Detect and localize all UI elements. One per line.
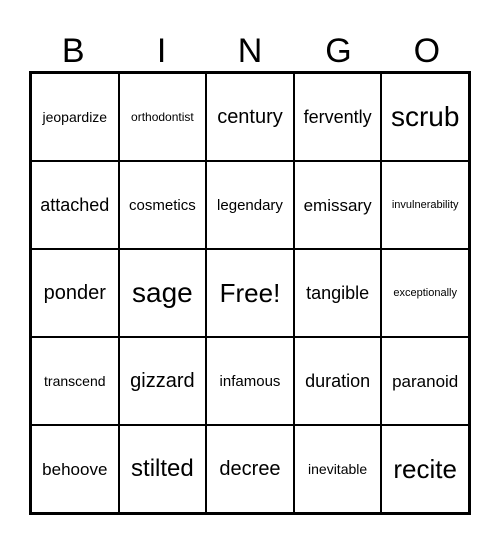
header-letter-g: G [325,32,352,70]
bingo-cell[interactable]: orthodontist [118,73,207,161]
header-letter-b: B [61,32,85,70]
bingo-cell[interactable]: fervently [293,73,382,161]
bingo-header: B I N G O [29,30,471,72]
bingo-cell[interactable]: ponder [31,249,119,337]
header-letter-o: O [413,32,441,70]
bingo-cell[interactable]: cosmetics [118,161,207,249]
bingo-cell[interactable]: tangible [293,249,382,337]
bingo-cell[interactable]: legendary [206,161,294,249]
header-letter-n: N [237,32,263,70]
bingo-cell[interactable]: attached [31,161,119,249]
bingo-cell[interactable]: jeopardize [31,73,119,161]
bingo-cell[interactable]: behoove [31,425,119,513]
bingo-cell[interactable]: sage [118,249,207,337]
header-letter-i: I [156,32,167,70]
bingo-card: jeopardize orthodontist century ferventl… [29,71,471,515]
bingo-cell[interactable]: recite [381,425,469,513]
bingo-cell[interactable]: duration [293,337,382,425]
bingo-cell[interactable]: gizzard [118,337,207,425]
bingo-cell[interactable]: exceptionally [381,249,469,337]
bingo-cell[interactable]: decree [206,425,294,513]
bingo-cell[interactable]: paranoid [381,337,469,425]
bingo-cell[interactable]: invulnerability [381,161,469,249]
bingo-cell[interactable]: century [206,73,294,161]
free-space[interactable]: Free! [206,249,294,337]
bingo-cell[interactable]: transcend [31,337,119,425]
bingo-cell[interactable]: inevitable [293,425,382,513]
bingo-cell[interactable]: stilted [118,425,207,513]
bingo-cell[interactable]: emissary [293,161,382,249]
bingo-cell[interactable]: infamous [206,337,294,425]
bingo-cell[interactable]: scrub [381,73,469,161]
